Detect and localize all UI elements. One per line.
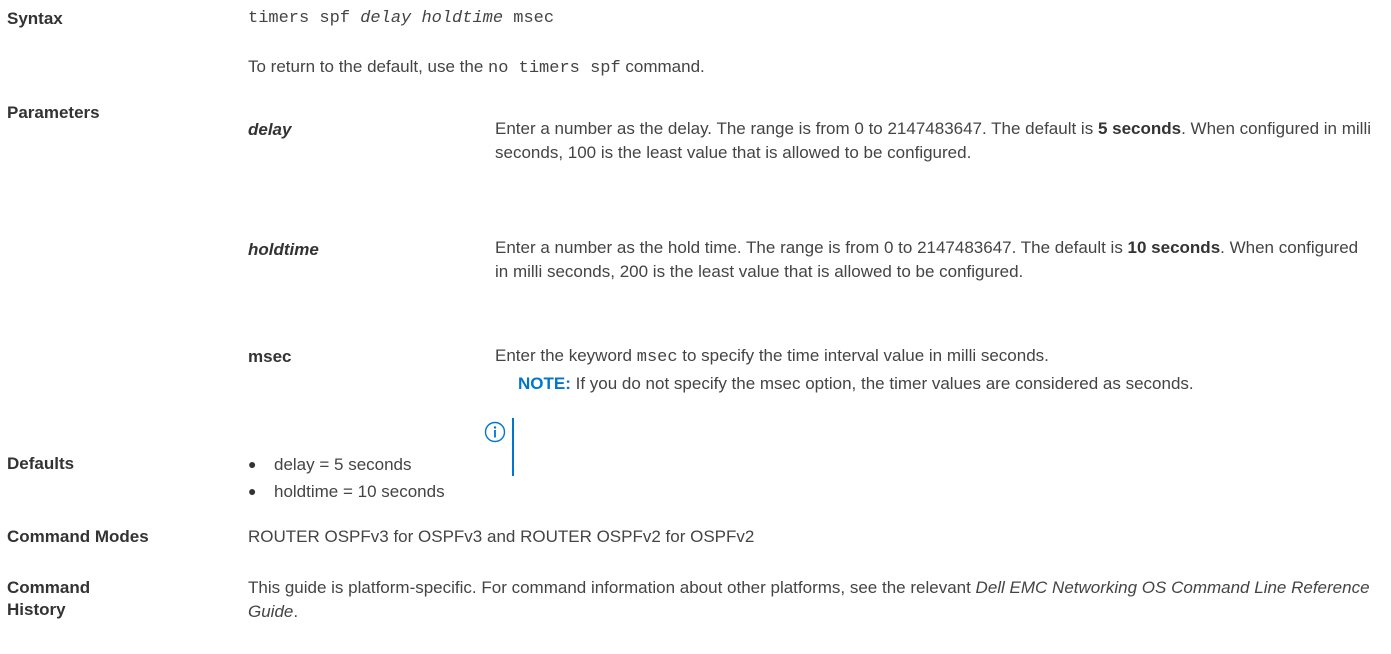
param-delay-desc: Enter a number as the delay. The range i… [495, 119, 1372, 162]
syntax-label: Syntax [7, 9, 63, 28]
syntax-cmd-prefix: timers spf [248, 9, 361, 28]
command-history-label: Command History [7, 578, 91, 619]
param-delay-name: delay [248, 120, 292, 139]
bullet-icon: ● [248, 456, 257, 472]
list-item: ● holdtime = 10 seconds [248, 478, 445, 505]
command-modes-label: Command Modes [7, 527, 149, 546]
bullet-icon: ● [248, 483, 257, 499]
syntax-cmd-delay: delay [360, 9, 412, 28]
syntax-return-text: To return to the default, use the no tim… [248, 57, 705, 78]
list-item: ● delay = 5 seconds [248, 451, 445, 478]
note-label: NOTE: [518, 374, 571, 393]
syntax-cmd-holdtime: holdtime [421, 9, 504, 28]
parameters-label: Parameters [7, 103, 100, 122]
syntax-return-command: no timers spf [488, 59, 621, 78]
param-holdtime-name: holdtime [248, 240, 319, 259]
syntax-command: timers spf delay holdtime msec [248, 7, 554, 31]
command-history-text: This guide is platform-specific. For com… [248, 578, 1370, 621]
param-msec-name: msec [248, 347, 292, 366]
defaults-list: ● delay = 5 seconds ● holdtime = 10 seco… [248, 451, 445, 505]
param-msec-desc: Enter the keyword msec to specify the ti… [495, 346, 1049, 367]
syntax-cmd-suffix: msec [503, 9, 555, 28]
defaults-label: Defaults [7, 454, 75, 473]
info-icon [484, 421, 506, 443]
param-holdtime-desc: Enter a number as the hold time. The ran… [495, 238, 1359, 281]
note-bar [512, 418, 514, 476]
note-text: NOTE: If you do not specify the msec opt… [518, 374, 1194, 393]
command-modes-text: ROUTER OSPFv3 for OSPFv3 and ROUTER OSPF… [248, 527, 755, 546]
